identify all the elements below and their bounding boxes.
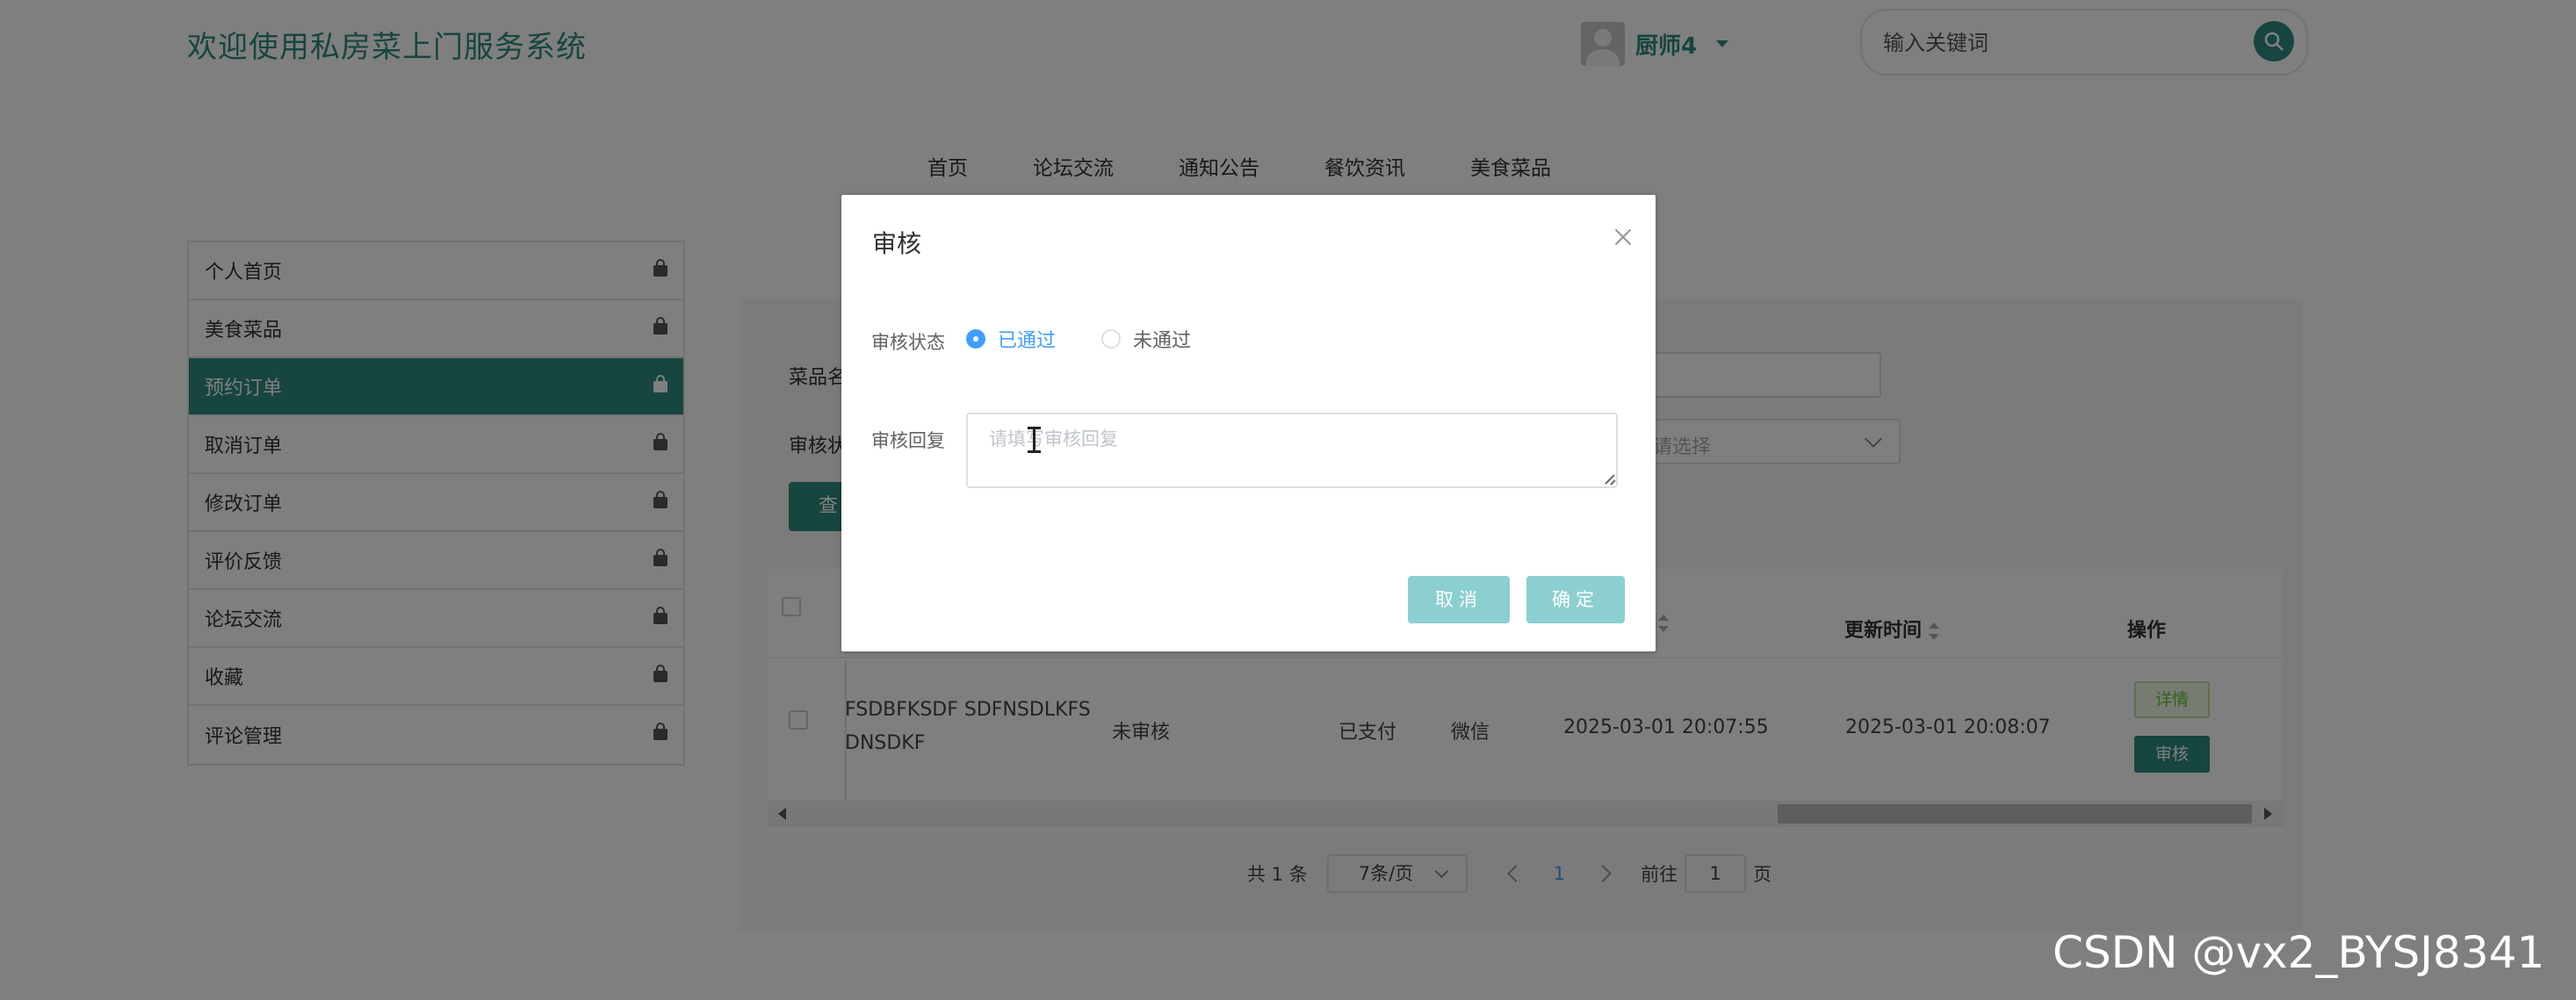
status-label: 审核状态 (871, 332, 945, 353)
resize-handle-icon[interactable] (1605, 474, 1616, 485)
radio-approved[interactable]: 已通过 (966, 325, 1056, 353)
audit-dialog: 审核 审核状态 已通过 未通过 审核回复 取消 确定 (841, 195, 1656, 651)
reply-label: 审核回复 (871, 430, 945, 451)
cancel-button[interactable]: 取消 (1408, 576, 1510, 623)
text-cursor-icon (1028, 427, 1041, 453)
radio-rejected[interactable]: 未通过 (1101, 325, 1191, 353)
radio-rejected-label: 未通过 (1133, 330, 1192, 352)
radio-approved-label: 已通过 (998, 330, 1057, 352)
confirm-button[interactable]: 确定 (1526, 576, 1625, 623)
close-icon[interactable] (1612, 227, 1634, 249)
dialog-title: 审核 (872, 229, 922, 258)
radio-checked-icon (966, 329, 985, 349)
radio-unchecked-icon (1101, 329, 1121, 349)
watermark: CSDN @vx2_BYSJ8341 (2053, 927, 2545, 978)
reply-textarea[interactable] (966, 413, 1618, 488)
